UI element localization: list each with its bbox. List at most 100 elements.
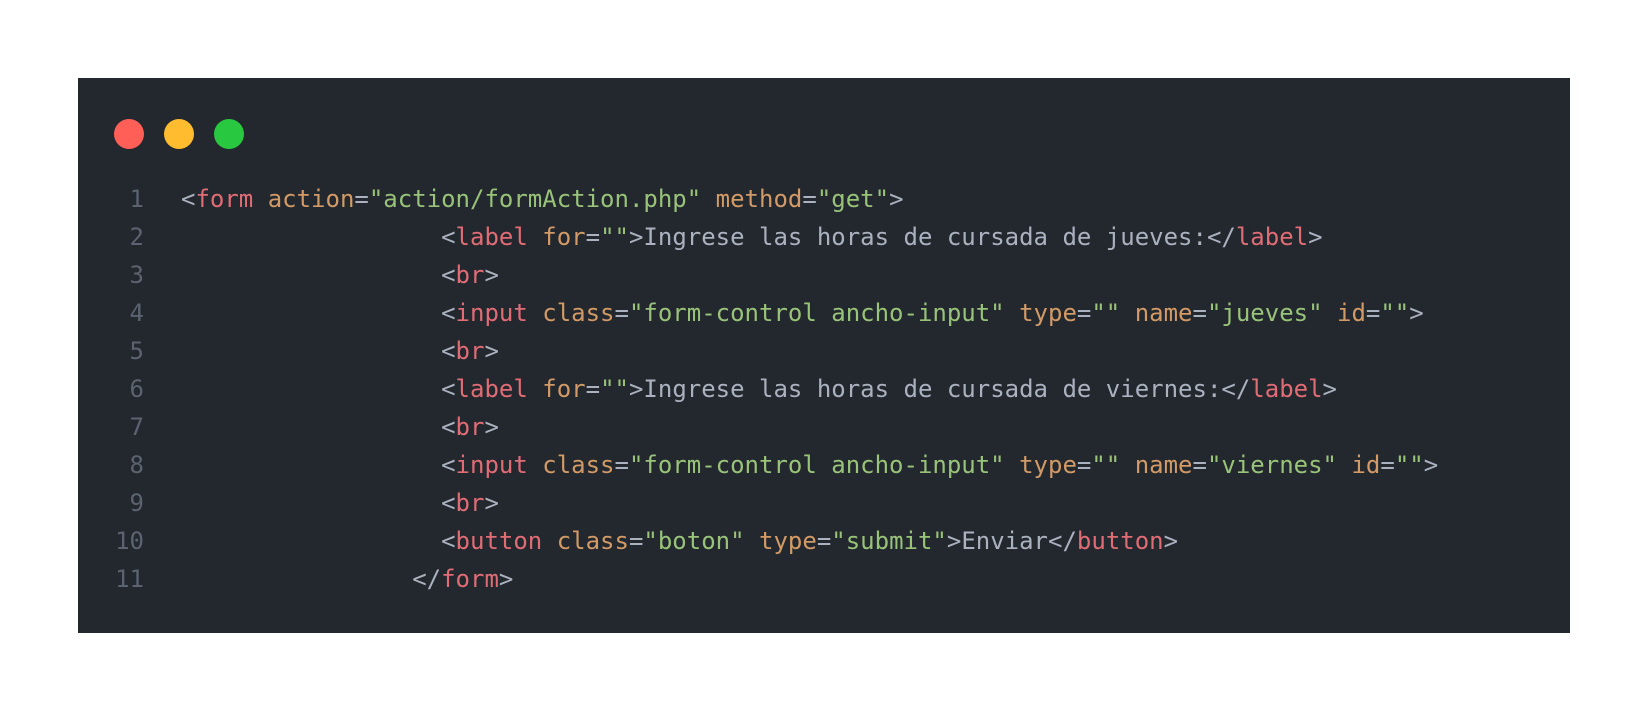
punctuation-token: = — [802, 185, 817, 213]
punctuation-token: </ — [412, 565, 442, 593]
code-text: <button class="boton" type="submit">Envi… — [181, 522, 1178, 560]
punctuation-token: > — [1409, 299, 1424, 327]
punctuation-token — [528, 375, 542, 403]
punctuation-token: < — [181, 185, 196, 213]
punctuation-token: = — [816, 527, 832, 555]
code-line: 8 <input class="form-control ancho-input… — [78, 446, 1570, 484]
attribute-token: name — [1134, 299, 1193, 327]
code-line: 6 <label for="">Ingrese las horas de cur… — [78, 370, 1570, 408]
code-line: 7 <br> — [78, 408, 1570, 446]
punctuation-token: > — [946, 527, 962, 555]
punctuation-token: </ — [1206, 223, 1236, 251]
line-number: 6 — [129, 375, 144, 403]
tag-token: form — [195, 185, 254, 213]
string-token: "form-control ancho-input" — [628, 451, 1005, 479]
punctuation-token: = — [585, 375, 601, 403]
close-dot-icon[interactable] — [114, 119, 144, 149]
punctuation-token: > — [1163, 527, 1179, 555]
line-number: 2 — [129, 223, 144, 251]
punctuation-token — [1337, 451, 1351, 479]
string-token: "jueves" — [1206, 299, 1323, 327]
code-text: <input class="form-control ancho-input" … — [181, 446, 1438, 484]
attribute-token: type — [759, 527, 817, 555]
punctuation-token: = — [628, 527, 644, 555]
text-token: Enviar — [961, 527, 1049, 555]
punctuation-token: < — [441, 337, 456, 365]
punctuation-token: > — [484, 489, 499, 517]
punctuation-token: = — [1076, 299, 1092, 327]
tag-token: br — [455, 489, 485, 517]
punctuation-token: < — [441, 261, 456, 289]
attribute-token: method — [715, 185, 803, 213]
tag-token: label — [455, 375, 528, 403]
tag-token: input — [455, 299, 528, 327]
punctuation-token: > — [484, 261, 499, 289]
code-text: </form> — [181, 560, 513, 598]
string-token: "" — [1394, 451, 1424, 479]
tag-token: button — [1076, 527, 1164, 555]
tag-token: form — [441, 565, 499, 593]
punctuation-token — [528, 223, 542, 251]
code-text: <br> — [181, 484, 499, 522]
punctuation-token: > — [1308, 223, 1323, 251]
string-token: "form-control ancho-input" — [628, 299, 1005, 327]
attribute-token: action — [267, 185, 355, 213]
punctuation-token: > — [1322, 375, 1337, 403]
punctuation-token: = — [1192, 299, 1207, 327]
punctuation-token: = — [614, 299, 629, 327]
attribute-token: class — [542, 451, 615, 479]
punctuation-token: < — [441, 375, 456, 403]
line-number: 8 — [129, 451, 144, 479]
punctuation-token: < — [441, 451, 456, 479]
punctuation-token — [1005, 451, 1019, 479]
punctuation-token — [1323, 299, 1337, 327]
punctuation-token: > — [484, 337, 499, 365]
tag-token: br — [455, 413, 485, 441]
punctuation-token: > — [498, 565, 514, 593]
punctuation-token: > — [628, 223, 644, 251]
line-number: 3 — [129, 261, 144, 289]
code-line: 10 <button class="boton" type="submit">E… — [78, 522, 1570, 560]
punctuation-token — [253, 185, 267, 213]
punctuation-token: < — [441, 413, 456, 441]
string-token: "" — [1091, 299, 1121, 327]
punctuation-token: < — [441, 489, 456, 517]
tag-token: br — [455, 337, 485, 365]
attribute-token: class — [542, 299, 615, 327]
punctuation-token: > — [1423, 451, 1439, 479]
code-line: 5 <br> — [78, 332, 1570, 370]
attribute-token: type — [1019, 451, 1077, 479]
punctuation-token: > — [628, 375, 644, 403]
attribute-token: id — [1337, 299, 1366, 327]
tag-token: input — [455, 451, 528, 479]
string-token: "action/formAction.php" — [368, 185, 702, 213]
tag-token: label — [1250, 375, 1323, 403]
punctuation-token: = — [1076, 451, 1092, 479]
punctuation-token: > — [889, 185, 904, 213]
maximize-dot-icon[interactable] — [214, 119, 244, 149]
minimize-dot-icon[interactable] — [164, 119, 194, 149]
attribute-token: for — [542, 375, 586, 403]
punctuation-token — [542, 527, 556, 555]
line-number: 10 — [115, 527, 144, 555]
string-token: "boton" — [643, 527, 745, 555]
code-line: 11 </form> — [78, 560, 1570, 598]
code-text: <label for="">Ingrese las horas de cursa… — [181, 370, 1337, 408]
punctuation-token — [528, 299, 542, 327]
punctuation-token: = — [614, 451, 629, 479]
code-window: 1 <form action="action/formAction.php" me… — [78, 78, 1570, 633]
punctuation-token — [1005, 299, 1019, 327]
string-token: "" — [600, 223, 629, 251]
punctuation-token: = — [354, 185, 369, 213]
code-line: 2 <label for="">Ingrese las horas de cur… — [78, 218, 1570, 256]
punctuation-token: < — [441, 299, 456, 327]
line-number: 9 — [129, 489, 144, 517]
